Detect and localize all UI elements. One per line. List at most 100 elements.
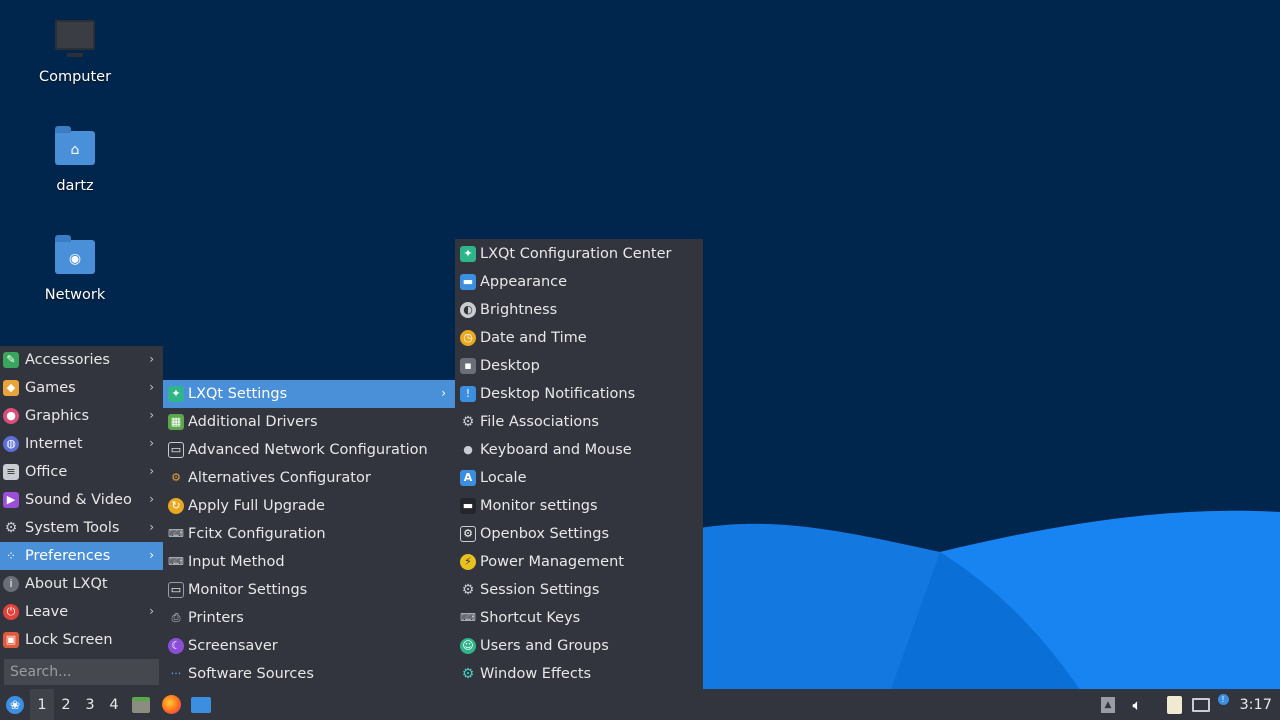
- openbox-icon: ⚙: [460, 526, 476, 542]
- clock[interactable]: 3:17: [1239, 689, 1272, 720]
- chip-icon: ▦: [168, 414, 184, 430]
- volume-icon: 🔈︎: [1132, 695, 1142, 714]
- menu-item-label: Power Management: [480, 554, 624, 570]
- update-notifier-button[interactable]: !: [1216, 689, 1230, 720]
- removable-media-button[interactable]: ▲: [1098, 689, 1118, 720]
- menu-item-system-tools[interactable]: ⚙ System Tools ›: [0, 514, 163, 542]
- menu-item-desktop[interactable]: ▪ Desktop: [455, 352, 703, 380]
- desktop-icon-computer[interactable]: Computer: [30, 18, 120, 108]
- menu-item-label: Locale: [480, 470, 527, 486]
- menu-item-label: Apply Full Upgrade: [188, 498, 325, 514]
- menu-item-label: System Tools: [25, 520, 120, 536]
- desktop-icon-network[interactable]: ◉ Network: [30, 235, 120, 326]
- mouse-icon: ●: [463, 443, 473, 456]
- menu-item-screensaver[interactable]: ☾ Screensaver: [163, 632, 455, 660]
- menu-item-apply-full-upgrade[interactable]: ↻ Apply Full Upgrade: [163, 492, 455, 520]
- internet-icon: ◍: [3, 436, 19, 452]
- menu-item-internet[interactable]: ◍ Internet ›: [0, 430, 163, 458]
- menu-item-desktop-notifications[interactable]: ! Desktop Notifications: [455, 380, 703, 408]
- start-menu-button[interactable]: ❀: [0, 689, 30, 720]
- menu-item-brightness[interactable]: ◐ Brightness: [455, 296, 703, 324]
- network-icon: [1192, 697, 1210, 712]
- menu-item-additional-drivers[interactable]: ▦ Additional Drivers: [163, 408, 455, 436]
- menu-item-label: Leave: [25, 604, 69, 620]
- clipboard-button[interactable]: [1163, 689, 1185, 720]
- menu-item-label: Games: [25, 380, 76, 396]
- menu-item-printers[interactable]: ⎙ Printers: [163, 604, 455, 632]
- volume-button[interactable]: 🔈︎: [1126, 689, 1148, 720]
- menu-item-keyboard-mouse[interactable]: ● Keyboard and Mouse: [455, 436, 703, 464]
- desktop-icon-home-folder[interactable]: ⌂ dartz: [30, 126, 120, 217]
- firefox-launcher[interactable]: [156, 689, 186, 720]
- menu-item-label: Sound & Video: [25, 492, 132, 508]
- menu-item-advanced-network[interactable]: ▭ Advanced Network Configuration: [163, 436, 455, 464]
- chevron-right-icon: ›: [149, 464, 154, 478]
- menu-item-window-effects[interactable]: ⚙ Window Effects: [455, 660, 703, 688]
- menu-item-shortcut-keys[interactable]: ⌨ Shortcut Keys: [455, 604, 703, 632]
- menu-item-session-settings[interactable]: ⚙ Session Settings: [455, 576, 703, 604]
- power-management-icon: ⚡: [460, 554, 476, 570]
- update-notifier-icon: !: [1217, 694, 1229, 705]
- menu-item-label: File Associations: [480, 414, 599, 430]
- menu-item-about-lxqt[interactable]: i About LXQt: [0, 570, 163, 598]
- preferences-icon: ⁘: [5, 549, 17, 563]
- menu-item-config-center[interactable]: ✦ LXQt Configuration Center: [455, 240, 703, 268]
- workspace-label: 3: [85, 696, 95, 713]
- menu-item-monitor-settings[interactable]: ▭ Monitor Settings: [163, 576, 455, 604]
- system-tools-icon: ⚙: [4, 520, 18, 536]
- monitor-icon: ▭: [168, 582, 184, 598]
- menu-item-power-management[interactable]: ⚡ Power Management: [455, 548, 703, 576]
- menu-item-label: Graphics: [25, 408, 90, 424]
- workspace-4-button[interactable]: 4: [102, 689, 126, 720]
- menu-item-sound-video[interactable]: ▶ Sound & Video ›: [0, 486, 163, 514]
- menu-item-file-associations[interactable]: ⚙ File Associations: [455, 408, 703, 436]
- main-menu: ✎ Accessories › ◆ Games › ● Graphics › ◍…: [0, 346, 163, 689]
- menu-item-lxqt-settings[interactable]: ✦ LXQt Settings ›: [163, 380, 455, 408]
- menu-item-appearance[interactable]: ▬ Appearance: [455, 268, 703, 296]
- menu-item-users-groups[interactable]: ☺ Users and Groups: [455, 632, 703, 660]
- network-button[interactable]: [1190, 689, 1212, 720]
- menu-item-label: Lock Screen: [25, 632, 113, 648]
- removable-media-icon: ▲: [1101, 696, 1115, 713]
- search-input[interactable]: [4, 659, 159, 685]
- lxqt-settings-submenu: ✦ LXQt Configuration Center ▬ Appearance…: [455, 239, 703, 689]
- menu-item-games[interactable]: ◆ Games ›: [0, 374, 163, 402]
- menu-item-graphics[interactable]: ● Graphics ›: [0, 402, 163, 430]
- menu-item-label: Monitor Settings: [188, 582, 308, 598]
- menu-item-locale[interactable]: A Locale: [455, 464, 703, 492]
- clipboard-icon: [1166, 695, 1182, 714]
- menu-item-alternatives[interactable]: ⚙ Alternatives Configurator: [163, 464, 455, 492]
- menu-item-preferences[interactable]: ⁘ Preferences ›: [0, 542, 163, 570]
- file-manager-launcher[interactable]: [126, 689, 156, 720]
- menu-item-label: Alternatives Configurator: [188, 470, 371, 486]
- menu-item-label: Office: [25, 464, 68, 480]
- menu-item-label: Preferences: [25, 548, 111, 564]
- menu-item-lock-screen[interactable]: ▣ Lock Screen: [0, 626, 163, 654]
- shortcut-keys-icon: ⌨: [460, 611, 476, 624]
- menu-item-date-time[interactable]: ◷ Date and Time: [455, 324, 703, 352]
- menu-item-accessories[interactable]: ✎ Accessories ›: [0, 346, 163, 374]
- show-desktop-launcher[interactable]: [186, 689, 216, 720]
- home-folder-icon: ⌂: [54, 126, 96, 169]
- menu-item-office[interactable]: ≡ Office ›: [0, 458, 163, 486]
- workspace-1-button[interactable]: 1: [30, 689, 54, 720]
- games-icon: ◆: [3, 380, 19, 396]
- chevron-right-icon: ›: [149, 436, 154, 450]
- session-icon: ⚙: [461, 582, 475, 598]
- menu-item-fcitx-configuration[interactable]: ⌨ Fcitx Configuration: [163, 520, 455, 548]
- lxqt-logo-icon: ❀: [6, 695, 24, 714]
- menu-item-leave[interactable]: ⏻ Leave ›: [0, 598, 163, 626]
- menu-item-input-method[interactable]: ⌨ Input Method: [163, 548, 455, 576]
- desktop-icon-label: Computer: [38, 69, 112, 85]
- menu-item-openbox-settings[interactable]: ⚙ Openbox Settings: [455, 520, 703, 548]
- menu-item-label: Keyboard and Mouse: [480, 442, 632, 458]
- menu-item-label: Additional Drivers: [188, 414, 318, 430]
- accessories-icon: ✎: [3, 352, 19, 368]
- menu-item-software-sources[interactable]: ··· Software Sources: [163, 660, 455, 688]
- workspace-2-button[interactable]: 2: [54, 689, 78, 720]
- notification-icon: !: [460, 386, 476, 402]
- desktop-icon-label: Network: [44, 287, 106, 303]
- menu-item-monitor-settings-lxqt[interactable]: ▬ Monitor settings: [455, 492, 703, 520]
- chevron-right-icon: ›: [149, 520, 154, 534]
- workspace-3-button[interactable]: 3: [78, 689, 102, 720]
